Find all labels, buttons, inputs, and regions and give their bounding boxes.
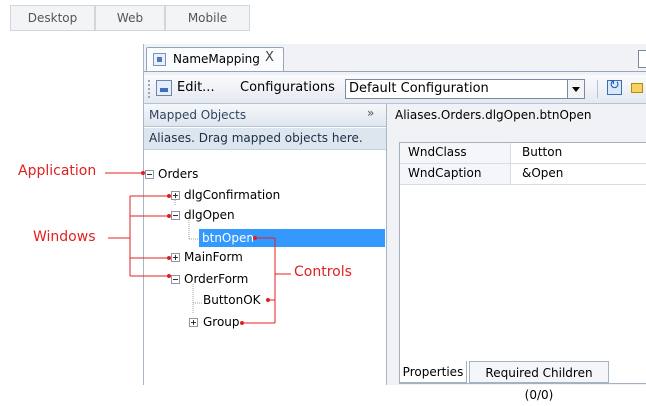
callout-arrows bbox=[105, 171, 291, 325]
